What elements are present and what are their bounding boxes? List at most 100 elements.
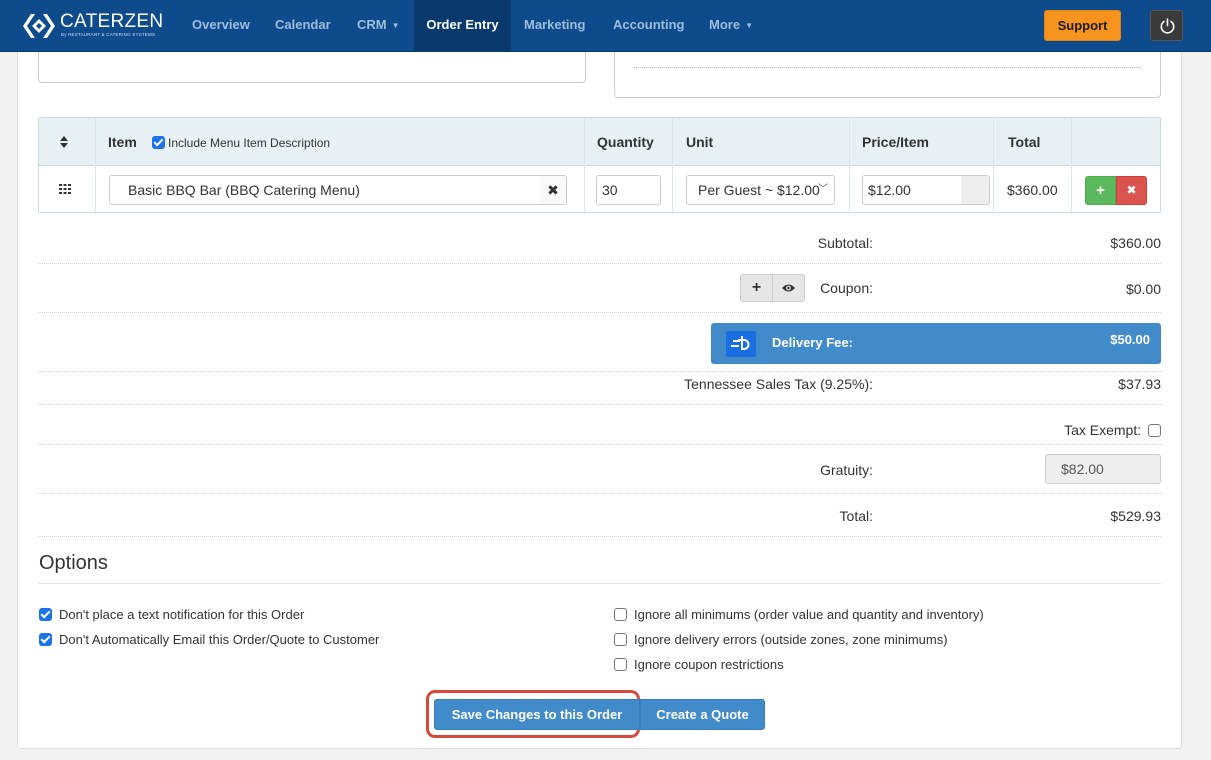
close-icon: ✖ bbox=[547, 182, 559, 198]
logout-button[interactable] bbox=[1150, 10, 1183, 41]
row-total: $360.00 bbox=[1007, 182, 1058, 198]
customer-box bbox=[38, 52, 586, 83]
divider bbox=[38, 583, 1161, 584]
clear-item-button[interactable]: ✖ bbox=[540, 175, 567, 205]
chevron-down-icon: ▼ bbox=[745, 21, 753, 30]
coupon-button-group: + bbox=[740, 274, 806, 302]
delivery-fee-value: $50.00 bbox=[1110, 332, 1150, 347]
event-details-box bbox=[614, 52, 1161, 98]
divider bbox=[38, 404, 1161, 405]
include-description-label: Include Menu Item Description bbox=[168, 136, 331, 150]
create-quote-button[interactable]: Create a Quote bbox=[640, 699, 765, 730]
nav-more-label: More bbox=[709, 17, 741, 32]
header-unit[interactable]: Unit bbox=[686, 118, 713, 166]
logo-mark-icon bbox=[23, 14, 55, 38]
coupon-value: $0.00 bbox=[1125, 281, 1161, 297]
delivery-fee-bar[interactable]: Delivery Fee: $50.00 bbox=[711, 323, 1161, 364]
nav-accounting[interactable]: Accounting bbox=[613, 0, 685, 52]
subtotal-label: Subtotal: bbox=[817, 235, 873, 251]
chevron-down-icon: ﹀ bbox=[818, 184, 828, 195]
option-checkbox[interactable] bbox=[614, 608, 627, 621]
price-input[interactable]: $12.00 bbox=[862, 175, 962, 205]
item-input[interactable]: Basic BBQ Bar (BBQ Catering Menu) bbox=[109, 175, 541, 205]
include-description-toggle[interactable]: Include Menu Item Description bbox=[152, 136, 330, 150]
plus-icon: + bbox=[1096, 182, 1105, 199]
tax-value: $37.93 bbox=[1118, 376, 1161, 392]
option-checkbox[interactable] bbox=[39, 633, 52, 646]
nav-crm[interactable]: CRM ▼ bbox=[357, 0, 400, 52]
option-no-auto-email[interactable]: Don't Automatically Email this Order/Quo… bbox=[39, 632, 379, 648]
nav-overview[interactable]: Overview bbox=[192, 0, 250, 52]
option-no-text-notification[interactable]: Don't place a text notification for this… bbox=[39, 607, 304, 623]
option-label: Don't place a text notification for this… bbox=[59, 607, 305, 622]
divider bbox=[849, 118, 850, 212]
divider bbox=[38, 444, 1161, 445]
nav-crm-label: CRM bbox=[357, 17, 387, 32]
options-heading: Options bbox=[39, 552, 108, 574]
nav-calendar[interactable]: Calendar bbox=[275, 0, 331, 52]
save-changes-button[interactable]: Save Changes to this Order bbox=[434, 699, 640, 730]
add-row-button[interactable]: + bbox=[1085, 176, 1116, 205]
nav-marketing[interactable]: Marketing bbox=[524, 0, 585, 52]
subtotal-value: $360.00 bbox=[1110, 235, 1161, 251]
option-ignore-delivery-errors[interactable]: Ignore delivery errors (outside zones, z… bbox=[614, 632, 948, 648]
option-ignore-coupon-restrictions[interactable]: Ignore coupon restrictions bbox=[614, 657, 784, 673]
quantity-input[interactable]: 30 bbox=[596, 175, 661, 205]
divider bbox=[634, 67, 1141, 68]
eye-icon bbox=[782, 284, 795, 292]
price-addon bbox=[961, 175, 990, 205]
nav-more[interactable]: More ▼ bbox=[709, 0, 753, 52]
delivery-fee-label: Delivery Fee: bbox=[772, 335, 853, 350]
add-coupon-button[interactable]: + bbox=[740, 274, 773, 302]
header-quantity[interactable]: Quantity bbox=[597, 118, 654, 166]
option-ignore-minimums[interactable]: Ignore all minimums (order value and qua… bbox=[614, 607, 984, 623]
total-label: Total: bbox=[839, 508, 873, 524]
support-button[interactable]: Support bbox=[1044, 10, 1121, 41]
option-label: Ignore delivery errors (outside zones, z… bbox=[634, 632, 948, 647]
caterzen-logo[interactable]: CaterZen By RESTAURANT & CATERING SYSTEM… bbox=[22, 10, 172, 42]
divider bbox=[584, 118, 585, 212]
divider bbox=[38, 493, 1161, 494]
tax-exempt-checkbox[interactable] bbox=[1148, 424, 1161, 437]
divider bbox=[672, 118, 673, 212]
doordash-icon bbox=[726, 331, 756, 357]
header-item[interactable]: Item bbox=[108, 118, 137, 166]
divider bbox=[95, 118, 96, 212]
total-value: $529.93 bbox=[1110, 508, 1161, 524]
nav-order-entry[interactable]: Order Entry bbox=[414, 0, 511, 52]
power-icon bbox=[1160, 18, 1175, 34]
gratuity-label: Gratuity: bbox=[820, 462, 873, 478]
gratuity-input[interactable]: $82.00 bbox=[1045, 454, 1161, 484]
divider bbox=[38, 263, 1161, 264]
delete-row-button[interactable]: ✖ bbox=[1116, 176, 1147, 205]
chevron-down-icon: ▼ bbox=[391, 21, 400, 30]
logo-text: CaterZen bbox=[60, 11, 164, 32]
option-checkbox[interactable] bbox=[39, 608, 52, 621]
divider bbox=[38, 536, 1161, 537]
include-description-checkbox[interactable] bbox=[152, 136, 165, 149]
header-total[interactable]: Total bbox=[1008, 118, 1040, 166]
option-label: Don't Automatically Email this Order/Quo… bbox=[59, 632, 380, 647]
tax-exempt[interactable]: Tax Exempt: bbox=[1064, 422, 1161, 438]
option-label: Ignore coupon restrictions bbox=[634, 657, 784, 672]
sort-icon[interactable] bbox=[59, 134, 69, 150]
divider bbox=[38, 312, 1161, 313]
drag-handle-icon[interactable] bbox=[59, 184, 71, 194]
divider bbox=[993, 118, 994, 212]
option-label: Ignore all minimums (order value and qua… bbox=[634, 607, 984, 622]
divider bbox=[1071, 118, 1072, 212]
tax-label: Tennessee Sales Tax (9.25%): bbox=[684, 376, 873, 392]
logo-subtitle: By RESTAURANT & CATERING SYSTEMS bbox=[61, 32, 156, 37]
close-icon: ✖ bbox=[1126, 183, 1137, 197]
option-checkbox[interactable] bbox=[614, 658, 627, 671]
option-checkbox[interactable] bbox=[614, 633, 627, 646]
top-navbar: CaterZen By RESTAURANT & CATERING SYSTEM… bbox=[0, 0, 1211, 52]
coupon-label: Coupon: bbox=[820, 280, 873, 296]
plus-icon: + bbox=[751, 279, 762, 296]
view-coupon-button[interactable] bbox=[772, 274, 805, 302]
header-price[interactable]: Price/Item bbox=[862, 118, 929, 166]
tax-exempt-label: Tax Exempt: bbox=[1064, 422, 1142, 438]
unit-select[interactable]: Per Guest ~ $12.00 ﹀ bbox=[686, 175, 835, 205]
divider bbox=[38, 371, 1161, 372]
unit-select-value: Per Guest ~ $12.00 bbox=[698, 182, 820, 198]
